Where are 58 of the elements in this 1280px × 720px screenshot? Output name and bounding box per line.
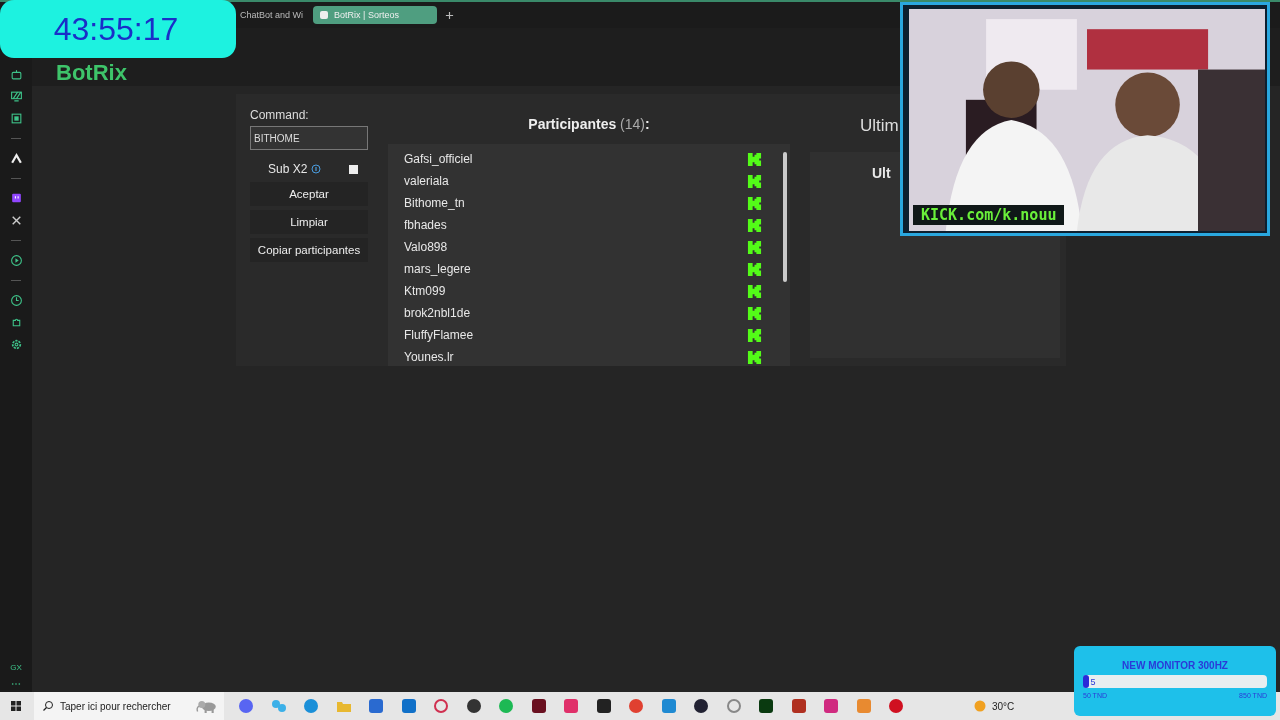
participant-name: Bithome_tn bbox=[404, 196, 465, 210]
participant-name: brok2nbl1de bbox=[404, 306, 471, 320]
participants-title: Participantes (14): bbox=[527, 115, 651, 134]
sub-x2-checkbox[interactable] bbox=[349, 164, 359, 174]
peak-icon[interactable] bbox=[9, 152, 23, 165]
k-logo-icon bbox=[747, 305, 762, 321]
k-logo-icon bbox=[747, 239, 762, 255]
brand-title: BotRix bbox=[56, 62, 127, 84]
participant-name: Valo898 bbox=[404, 240, 448, 254]
gx-label[interactable]: GX bbox=[10, 663, 22, 672]
more-icon[interactable] bbox=[11, 682, 21, 686]
chat-icon[interactable] bbox=[9, 192, 23, 205]
robot-icon[interactable] bbox=[9, 68, 23, 81]
command-field[interactable]: BITHOME bbox=[250, 126, 368, 150]
app-icon[interactable] bbox=[465, 698, 482, 714]
app-icon[interactable] bbox=[595, 698, 612, 714]
k-logo-icon bbox=[747, 151, 762, 167]
k-logo-icon bbox=[747, 283, 762, 299]
participant-name: valeriala bbox=[404, 174, 449, 188]
browser-tab[interactable]: ChatBot and Wi bbox=[234, 6, 310, 24]
timer-overlay: 43:55:17 bbox=[0, 0, 236, 58]
participant-name: mars_legere bbox=[404, 262, 471, 276]
goal-title: NEW MONITOR 300HZ bbox=[1122, 660, 1228, 671]
clock-icon[interactable] bbox=[9, 294, 23, 307]
play-icon[interactable] bbox=[9, 254, 23, 267]
k-logo-icon bbox=[747, 327, 762, 343]
k-logo-icon bbox=[747, 261, 762, 277]
participant-name: fbhades bbox=[404, 218, 447, 232]
new-tab-icon[interactable] bbox=[445, 10, 455, 20]
k-logo-icon bbox=[747, 173, 762, 189]
action-button[interactable]: Aceptar bbox=[250, 182, 368, 206]
last-winners-title: Ultim bbox=[859, 116, 900, 137]
goal-current: 5 bbox=[1090, 676, 1096, 687]
app-icon[interactable] bbox=[758, 698, 774, 714]
gear-icon[interactable] bbox=[9, 338, 23, 351]
taskbar-search-field[interactable]: Taper ici pour rechercher bbox=[34, 692, 224, 720]
participant-name: Gafsi_officiel bbox=[404, 152, 473, 166]
action-button[interactable]: Copiar participantes bbox=[250, 238, 368, 262]
k-logo-icon bbox=[747, 217, 762, 233]
participant-name: Younes.lr bbox=[404, 350, 454, 364]
stream-banner: KICK.com/k.nouu bbox=[913, 205, 1065, 225]
command-label: Command: bbox=[250, 108, 310, 122]
x-icon[interactable] bbox=[9, 214, 23, 227]
app-icon[interactable] bbox=[530, 698, 547, 714]
participant-name: Ktm099 bbox=[404, 284, 446, 298]
start-icon[interactable] bbox=[10, 700, 22, 712]
winner-panel-title: Ult bbox=[872, 165, 891, 181]
action-button[interactable]: Limpiar bbox=[250, 210, 368, 234]
info-icon[interactable] bbox=[311, 164, 322, 174]
square-icon[interactable] bbox=[9, 112, 23, 125]
sub-x2-label: Sub X2 bbox=[268, 162, 308, 176]
temperature-label[interactable]: 30°C bbox=[992, 700, 1015, 712]
participant-name: FluffyFlamee bbox=[404, 328, 474, 342]
k-logo-icon bbox=[747, 349, 762, 365]
app-icon[interactable] bbox=[693, 698, 709, 714]
monitor-icon[interactable] bbox=[9, 90, 23, 103]
search-icon bbox=[42, 700, 54, 712]
k-logo-icon bbox=[747, 195, 762, 211]
